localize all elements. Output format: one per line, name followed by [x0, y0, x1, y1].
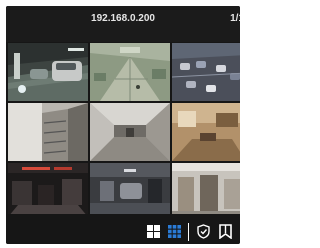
camera-tile-5[interactable]	[90, 103, 170, 161]
camera-tile-9[interactable]	[172, 163, 240, 217]
camera-feed-dark-room	[8, 163, 88, 217]
page-indicator: 1/1	[230, 13, 240, 24]
camera-tile-8[interactable]	[90, 163, 170, 217]
bottom-toolbar	[6, 214, 240, 244]
camera-tile-4[interactable]	[8, 103, 88, 161]
device-ip-address: 192.168.0.200	[91, 13, 155, 24]
layout-2x2-icon[interactable]	[147, 225, 160, 238]
camera-feed-parking-entrance	[90, 163, 170, 217]
camera-feed-parking-lot	[172, 43, 240, 101]
camera-feed-parking-garage	[8, 43, 88, 101]
camera-tile-6[interactable]	[172, 103, 240, 161]
camera-feed-hallway	[90, 103, 170, 161]
camera-grid	[8, 43, 240, 217]
camera-feed-stairwell	[8, 103, 88, 161]
header-bar: 192.168.0.200 1/1	[6, 6, 240, 42]
camera-feed-corridor	[172, 163, 240, 217]
camera-feed-office	[172, 103, 240, 161]
camera-tile-1[interactable]	[8, 43, 88, 101]
camera-feed-outdoor-plaza	[90, 43, 170, 101]
camera-tile-7[interactable]	[8, 163, 88, 217]
camera-tile-3[interactable]	[172, 43, 240, 101]
camera-tile-2[interactable]	[90, 43, 170, 101]
alarm-shield-icon[interactable]	[196, 224, 211, 239]
bookmark-icon[interactable]	[219, 224, 232, 239]
toolbar-divider	[188, 223, 189, 241]
camera-viewer: 192.168.0.200 1/1	[6, 6, 240, 244]
layout-3x3-icon[interactable]	[168, 225, 181, 238]
